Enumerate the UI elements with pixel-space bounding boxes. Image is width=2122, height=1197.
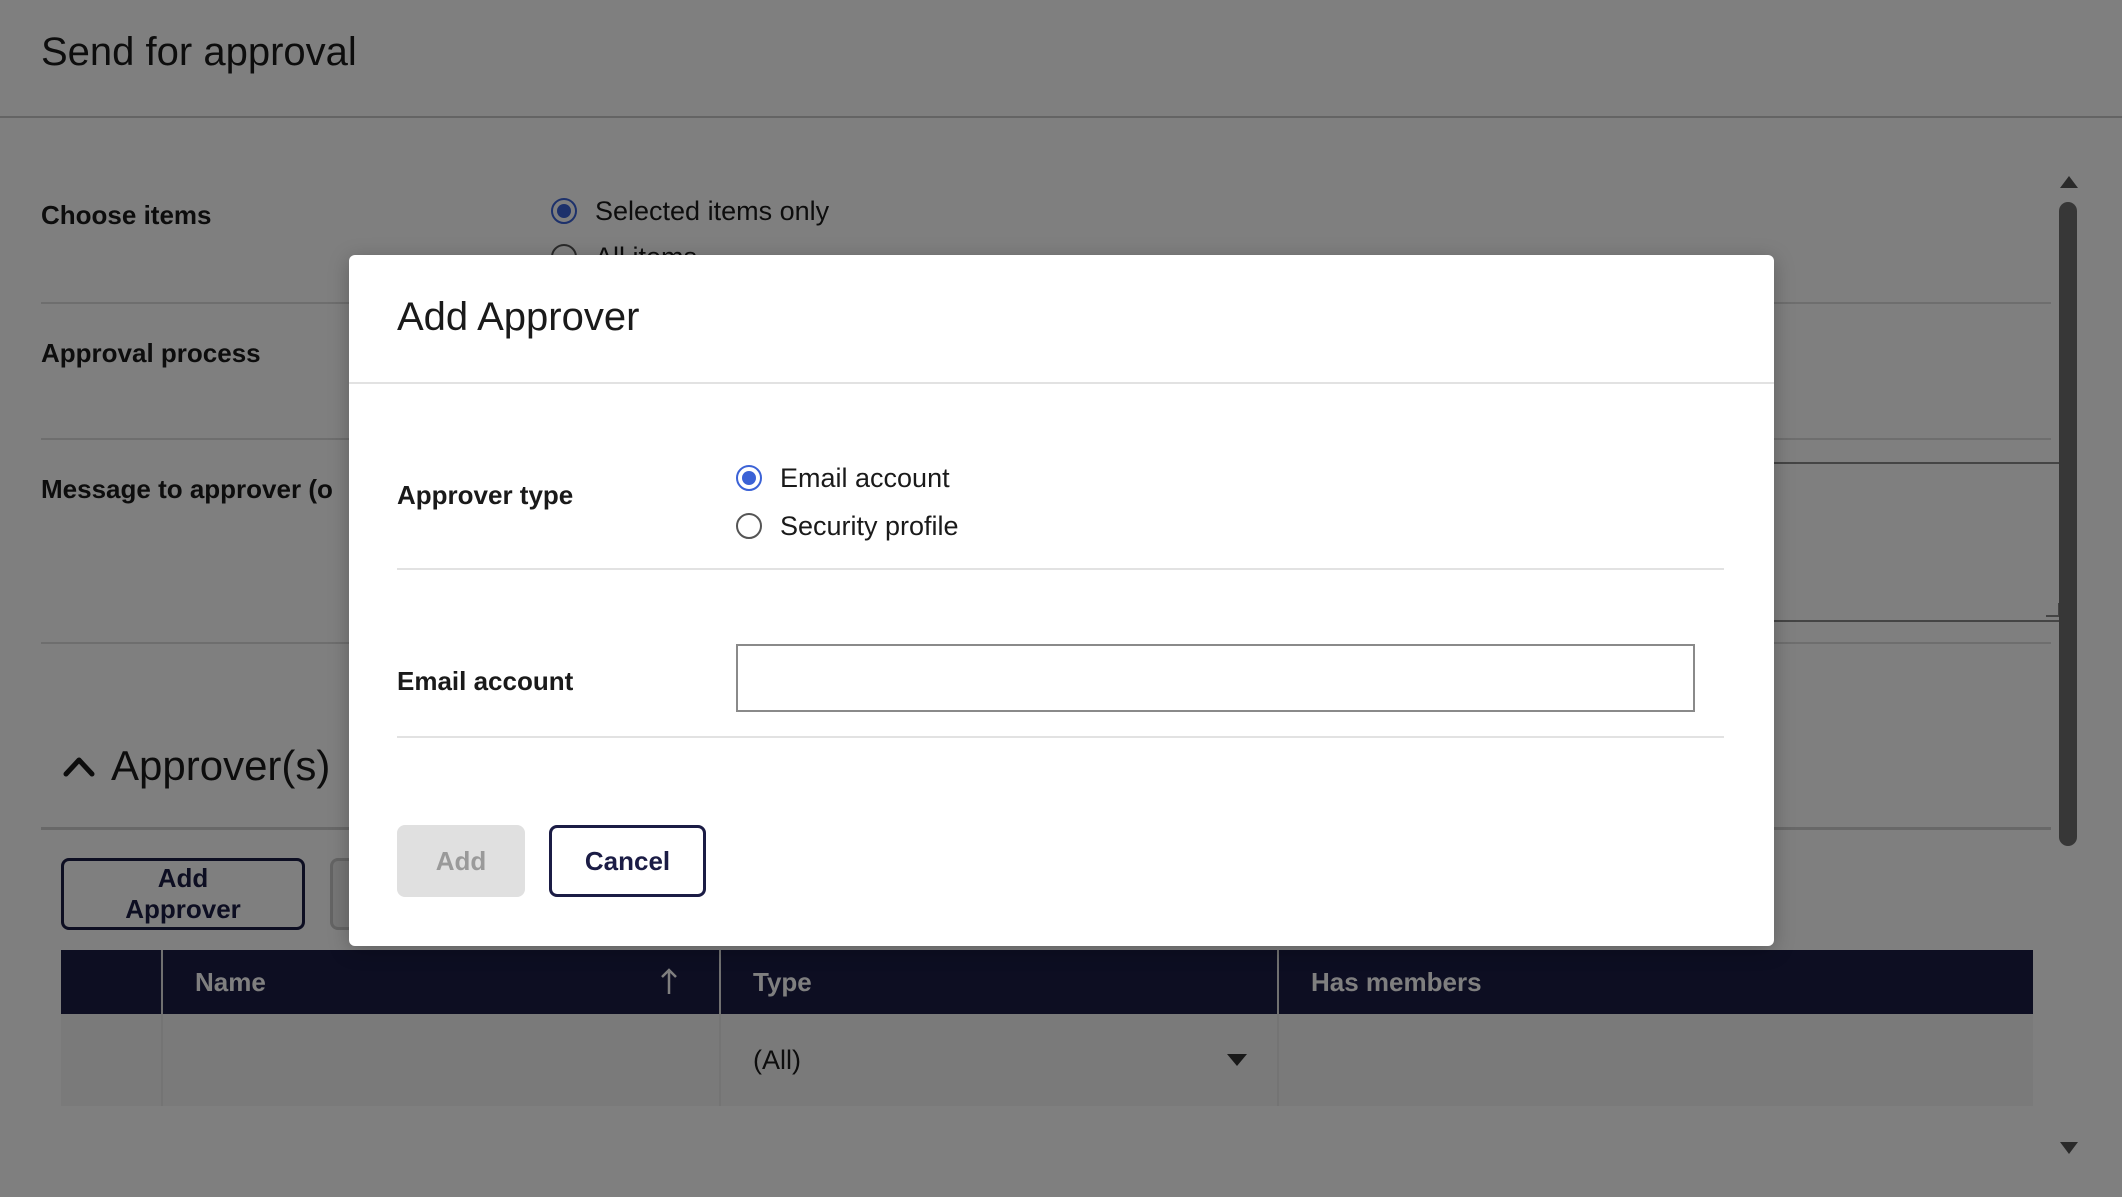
- email-account-label: Email account: [397, 666, 574, 696]
- email-account-input[interactable]: [736, 644, 1695, 712]
- approver-type-radio-group: Email account Security profile: [736, 454, 959, 550]
- radio-label: Email account: [780, 462, 950, 493]
- add-button[interactable]: Add: [397, 825, 525, 897]
- dialog-header: Add Approver: [349, 255, 1774, 384]
- dialog-footer: Add Cancel: [397, 825, 706, 897]
- email-account-row: Email account: [397, 570, 1724, 738]
- radio-checked-icon[interactable]: [736, 465, 762, 491]
- approver-type-label: Approver type: [397, 480, 574, 510]
- approver-type-row: Approver type Email account Security pro…: [397, 384, 1724, 570]
- radio-label: Security profile: [780, 510, 959, 541]
- radio-email-account[interactable]: Email account: [736, 454, 959, 502]
- cancel-button[interactable]: Cancel: [549, 825, 706, 897]
- dialog-title: Add Approver: [397, 295, 640, 339]
- add-approver-dialog: Add Approver Approver type Email account…: [349, 255, 1774, 946]
- radio-security-profile[interactable]: Security profile: [736, 502, 959, 550]
- radio-unchecked-icon[interactable]: [736, 513, 762, 539]
